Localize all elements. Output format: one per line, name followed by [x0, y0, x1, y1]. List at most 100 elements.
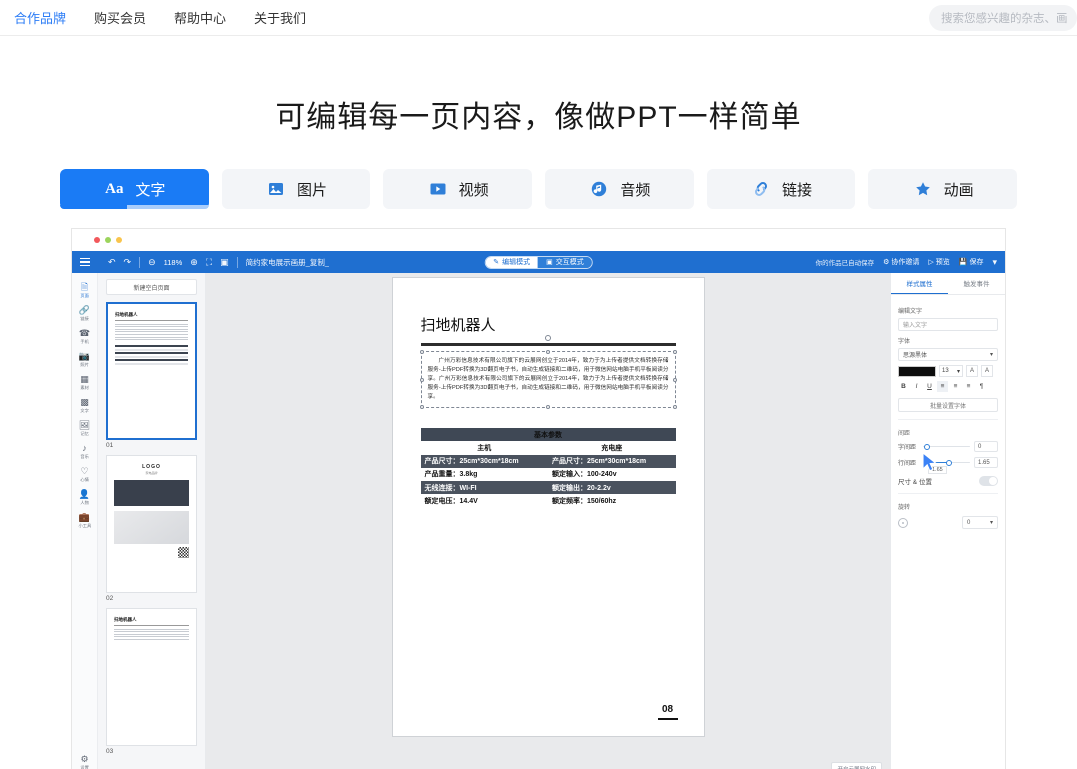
nav-link-about-us[interactable]: 关于我们 [254, 8, 306, 27]
fit-screen-icon[interactable]: ⛶ [206, 257, 212, 268]
tab-animation[interactable]: 动画 [868, 169, 1018, 209]
menu-hamburger-icon[interactable] [80, 258, 90, 266]
search-input[interactable]: 搜索您感兴趣的杂志、画 [929, 5, 1077, 31]
zoom-in-icon[interactable]: ⊕ [190, 257, 198, 268]
resize-handle-middle-right[interactable] [672, 377, 677, 382]
font-family-value: 思源黑体 [903, 353, 928, 359]
nav-link-help-center[interactable]: 帮助中心 [174, 8, 226, 27]
letter-spacing-value[interactable]: 0 [974, 441, 998, 452]
font-controls-row: 13 ▾ A A [898, 365, 998, 377]
tab-audio[interactable]: 音频 [545, 169, 694, 209]
zoom-out-icon[interactable]: ⊖ [148, 257, 156, 268]
rail-item-link[interactable]: 🔗 链接 [72, 302, 98, 325]
mode-edit-button[interactable]: ✎ 编辑模式 [485, 256, 539, 268]
size-position-toggle[interactable] [979, 476, 998, 486]
page-number-underline [657, 717, 678, 720]
resize-handle-bottom-left[interactable] [419, 405, 424, 410]
collaborate-button[interactable]: ⚙ 协作邀请 [883, 257, 919, 267]
font-size-select[interactable]: 13 ▾ [939, 365, 963, 377]
rotate-dial-icon[interactable] [898, 517, 908, 528]
document-title[interactable]: 扫地机器人 [421, 314, 676, 335]
preview-button[interactable]: ▷ 预览 [928, 257, 949, 267]
title-divider-rule[interactable] [420, 335, 676, 346]
letter-spacing-slider[interactable] [923, 443, 970, 450]
panel-divider [898, 419, 998, 420]
zoom-level-value[interactable]: 118% [164, 258, 183, 267]
rail-item-material[interactable]: ▦ 素材 [72, 371, 98, 394]
thumbnail-preview: LOGO 家电品牌 [106, 455, 197, 593]
line-spacing-value[interactable]: 1.65 [974, 457, 998, 468]
font-size-decrease-button[interactable]: A [981, 365, 993, 377]
editor-canvas[interactable]: 扫地机器人 广州万彩信息技术有限公司旗下的云展网创立于2014年，致力于为上传者… [206, 273, 890, 769]
new-blank-page-button[interactable]: 新建空白页面 [106, 279, 197, 295]
document-paragraph[interactable]: 广州万彩信息技术有限公司旗下的云展网创立于2014年，致力于为上传者提供文档转换… [428, 357, 669, 402]
selected-text-block[interactable]: 广州万彩信息技术有限公司旗下的云展网创立于2014年，致力于为上传者提供文档转换… [419, 350, 677, 410]
letter-spacing-knob[interactable] [923, 443, 930, 450]
font-color-swatch[interactable] [898, 365, 936, 377]
watermark-toggle-button[interactable]: 开启云展网水印 [831, 762, 882, 769]
fullscreen-icon[interactable]: ▣ [220, 257, 229, 268]
document-filename[interactable]: 简约家电展示画册_复制_ [246, 257, 329, 268]
document-sheet[interactable]: 扫地机器人 广州万彩信息技术有限公司旗下的云展网创立于2014年，致力于为上传者… [391, 277, 705, 737]
resize-handle-top-right[interactable] [672, 350, 677, 354]
rail-item-mood[interactable]: ♡ 心情 [72, 463, 98, 486]
tab-text[interactable]: Aa 文字 [59, 169, 209, 209]
nav-link-partner-brands[interactable]: 合作品牌 [14, 8, 66, 27]
rail-item-text[interactable]: ▩ 文字 [72, 394, 98, 417]
mode-interactive-label: 交互模式 [555, 259, 584, 266]
rotate-handle[interactable] [545, 335, 551, 341]
font-size-increase-button[interactable]: A [966, 365, 978, 377]
edit-text-input[interactable]: 输入文字 [898, 318, 998, 331]
chevron-down-icon[interactable]: ▾ [992, 257, 997, 268]
top-nav-links: 合作品牌 购买会员 帮助中心 关于我们 [14, 8, 306, 27]
align-center-button[interactable]: ≡ [950, 381, 961, 392]
redo-icon[interactable]: ↷ [124, 257, 132, 268]
resize-handle-top-left[interactable] [419, 350, 424, 354]
toolbar-right-group: 你的作品已自动保存 ⚙ 协作邀请 ▷ 预览 💾 保存 ▾ [816, 257, 997, 268]
rail-item-page[interactable]: 🗎 页面 [72, 279, 98, 302]
tab-trigger-events[interactable]: 触发事件 [948, 273, 1005, 294]
underline-button[interactable]: U [924, 381, 935, 392]
window-close-dot[interactable] [94, 237, 100, 243]
thumbnail-page-03[interactable]: 扫地机器人 03 [106, 608, 197, 755]
resize-handle-bottom-center[interactable] [546, 405, 550, 410]
rail-item-page-label: 页面 [80, 293, 89, 298]
save-button[interactable]: 💾 保存 [959, 257, 984, 267]
table-cell: 产品重量：3.8kg [424, 471, 478, 479]
italic-button[interactable]: I [911, 381, 922, 392]
mode-interactive-button[interactable]: ▣ 交互模式 [538, 256, 592, 268]
window-maximize-dot[interactable] [116, 237, 122, 243]
bold-button[interactable]: B [898, 381, 909, 392]
window-minimize-dot[interactable] [105, 237, 111, 243]
clear-format-button[interactable]: ¶ [976, 381, 987, 392]
tab-image[interactable]: 图片 [221, 169, 371, 209]
resize-handle-middle-left[interactable] [419, 377, 424, 382]
resize-handle-top-center[interactable] [546, 350, 550, 354]
thumbnail-page-02[interactable]: LOGO 家电品牌 02 [106, 455, 197, 602]
thumb-qr-code [178, 547, 189, 558]
nav-link-buy-membership[interactable]: 购买会员 [94, 8, 146, 27]
tab-link[interactable]: 链接 [706, 169, 856, 209]
rail-item-photo[interactable]: 📷 照片 [72, 348, 98, 371]
font-family-select[interactable]: 思源黑体 ▾ [898, 348, 998, 361]
tab-style-properties[interactable]: 样式属性 [891, 273, 948, 294]
undo-icon[interactable]: ↶ [108, 257, 116, 268]
line-spacing-knob[interactable] [945, 459, 952, 466]
rail-item-settings[interactable]: ⚙ 设置 [72, 751, 98, 769]
rail-item-toolbox[interactable]: 💼 小工具 [72, 509, 98, 532]
rail-item-person[interactable]: 👤 人物 [72, 486, 98, 509]
link-icon [750, 180, 772, 198]
rail-item-music[interactable]: ♪ 音乐 [72, 440, 98, 463]
align-left-button[interactable]: ≡ [937, 381, 948, 392]
rail-item-phone[interactable]: ☎ 手机 [72, 325, 98, 348]
tab-video[interactable]: 视频 [383, 169, 532, 209]
tab-animation-label: 动画 [943, 181, 974, 199]
align-right-button[interactable]: ≡ [963, 381, 974, 392]
parameters-table[interactable]: 基本参数 主机 充电座 产品尺寸：25cm*30cm*18cm 产品尺寸：25c… [420, 428, 676, 507]
thumbnail-page-01[interactable]: 扫地机器人 01 [106, 302, 197, 449]
batch-set-font-button[interactable]: 批量设置字体 [898, 398, 998, 412]
resize-handle-bottom-right[interactable] [672, 405, 677, 410]
rail-item-memory[interactable]: 🖼 记忆 [72, 417, 98, 440]
tab-link-label: 链接 [782, 181, 813, 199]
rotate-value-select[interactable]: 0 ▾ [962, 516, 998, 529]
